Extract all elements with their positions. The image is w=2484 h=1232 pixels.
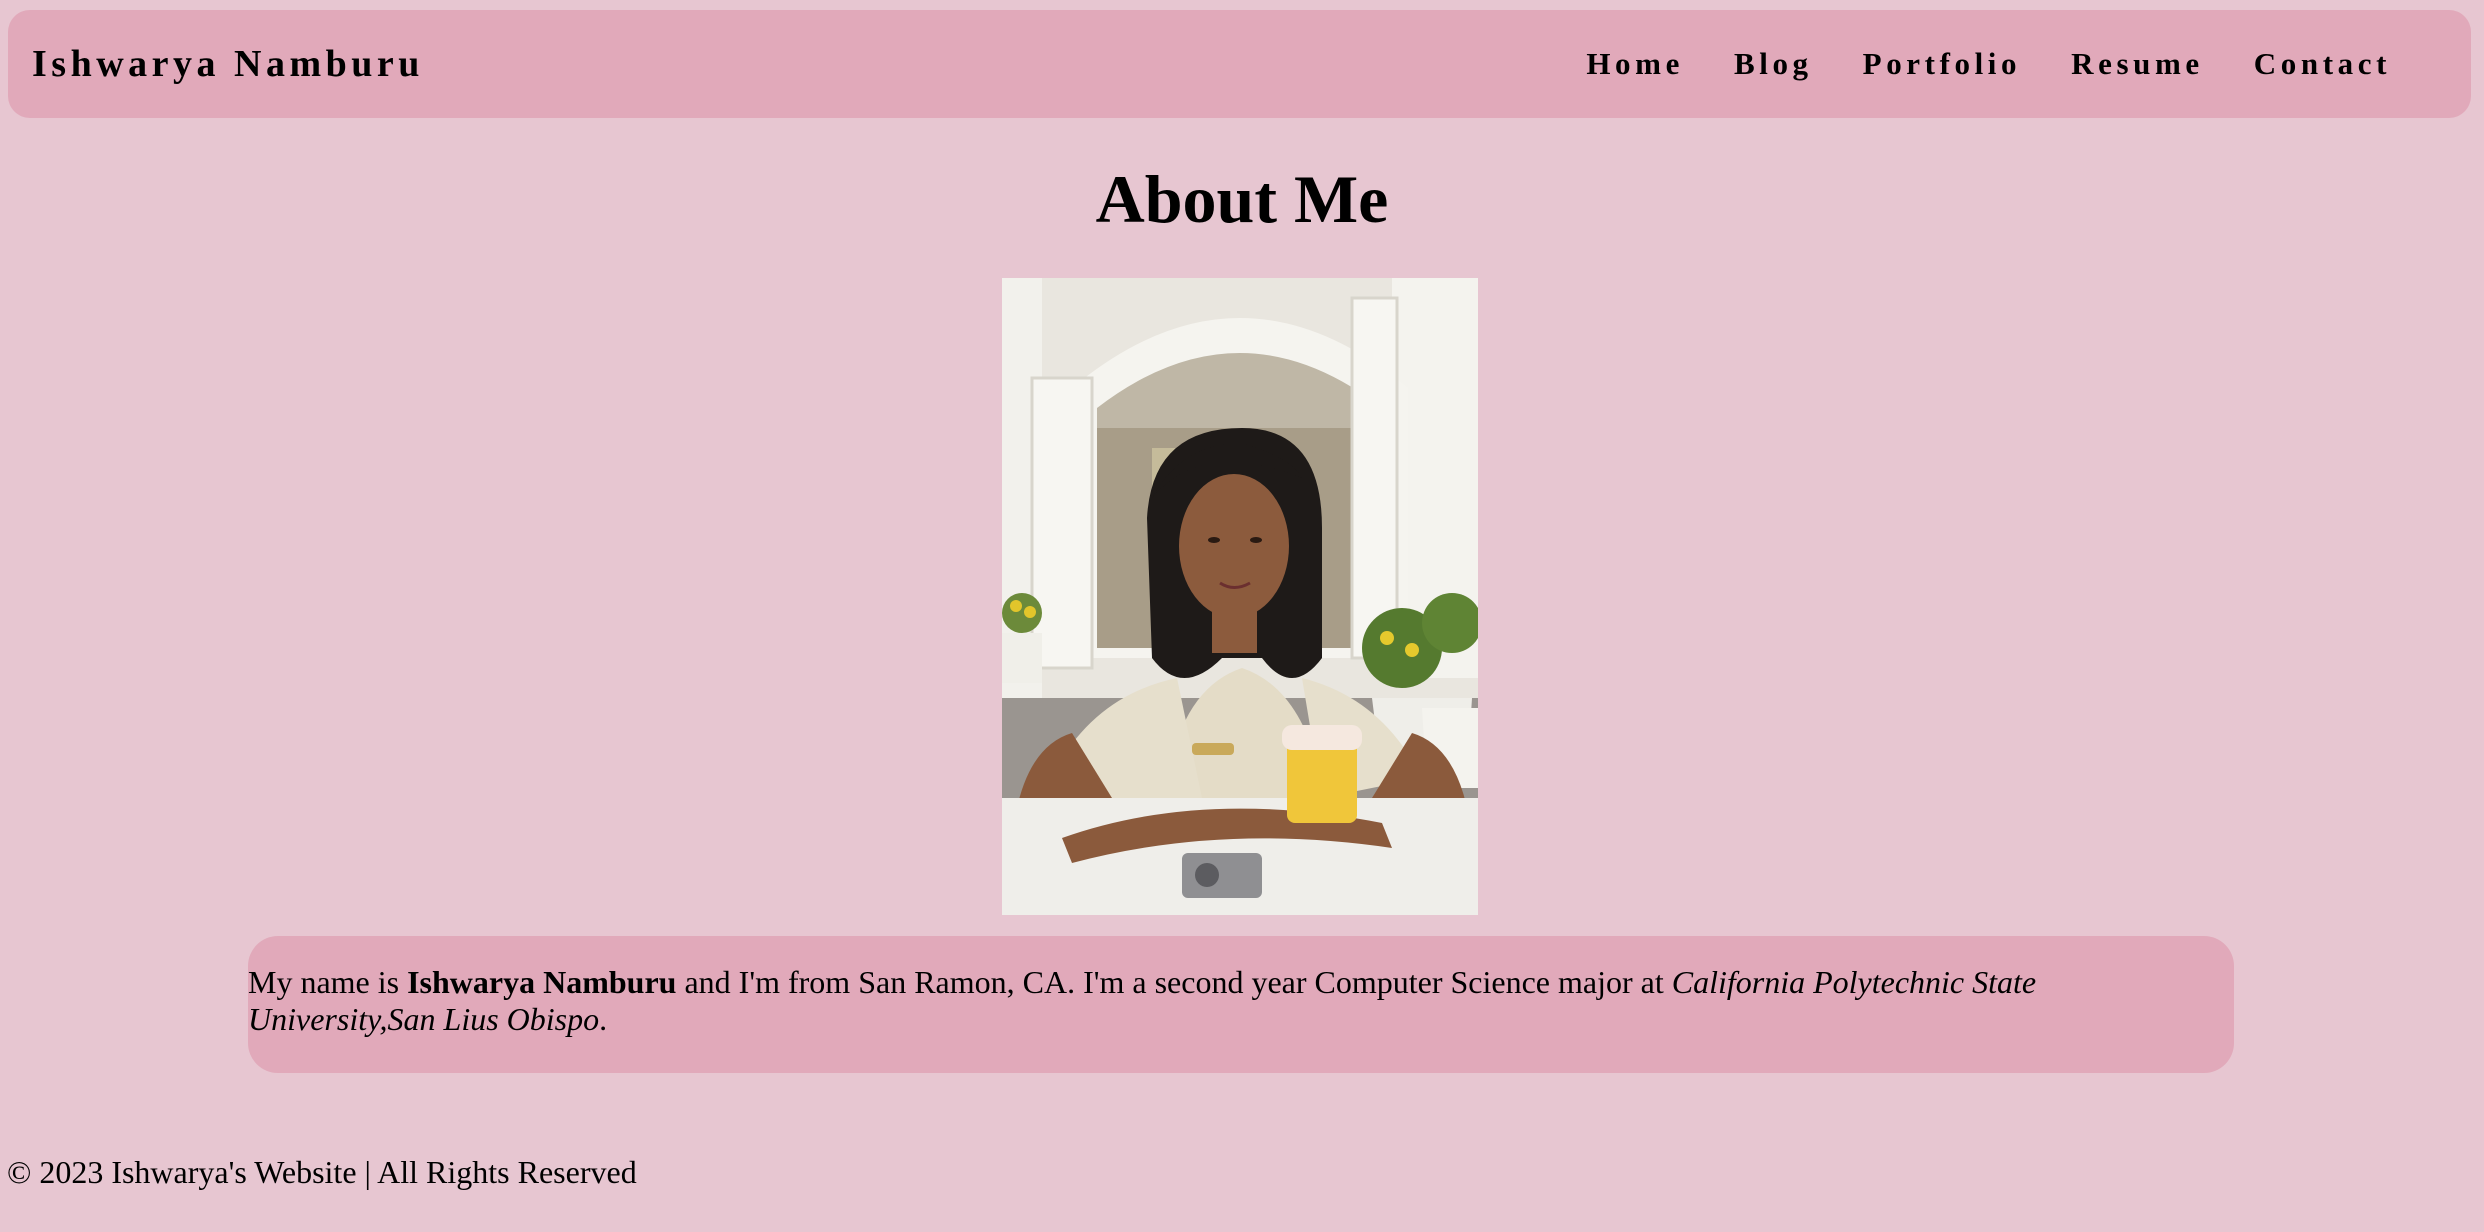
about-bio: My name is Ishwarya Namburu and I'm from… <box>248 936 2234 1073</box>
bio-details: and I'm from San Ramon, CA. I'm a second… <box>676 964 1672 1000</box>
nav-links: Home Blog Portfolio Resume Contact <box>1586 10 2391 118</box>
footer-copyright: © 2023 Ishwarya's Website | All Rights R… <box>7 1154 637 1190</box>
profile-photo <box>1002 278 1478 915</box>
profile-photo-illustration <box>1002 278 1478 915</box>
nav-link-contact[interactable]: Contact <box>2254 46 2391 82</box>
bio-intro: My name is <box>248 964 408 1000</box>
navbar: Ishwarya Namburu Home Blog Portfolio Res… <box>8 10 2471 118</box>
page-title: About Me <box>1095 161 1389 237</box>
bio-name: Ishwarya Namburu <box>407 964 677 1000</box>
site-brand[interactable]: Ishwarya Namburu <box>32 10 424 118</box>
nav-link-portfolio[interactable]: Portfolio <box>1863 46 2021 82</box>
nav-link-resume[interactable]: Resume <box>2071 46 2204 82</box>
nav-link-blog[interactable]: Blog <box>1734 46 1813 82</box>
bio-end: . <box>599 1001 608 1037</box>
nav-link-home[interactable]: Home <box>1586 46 1684 82</box>
